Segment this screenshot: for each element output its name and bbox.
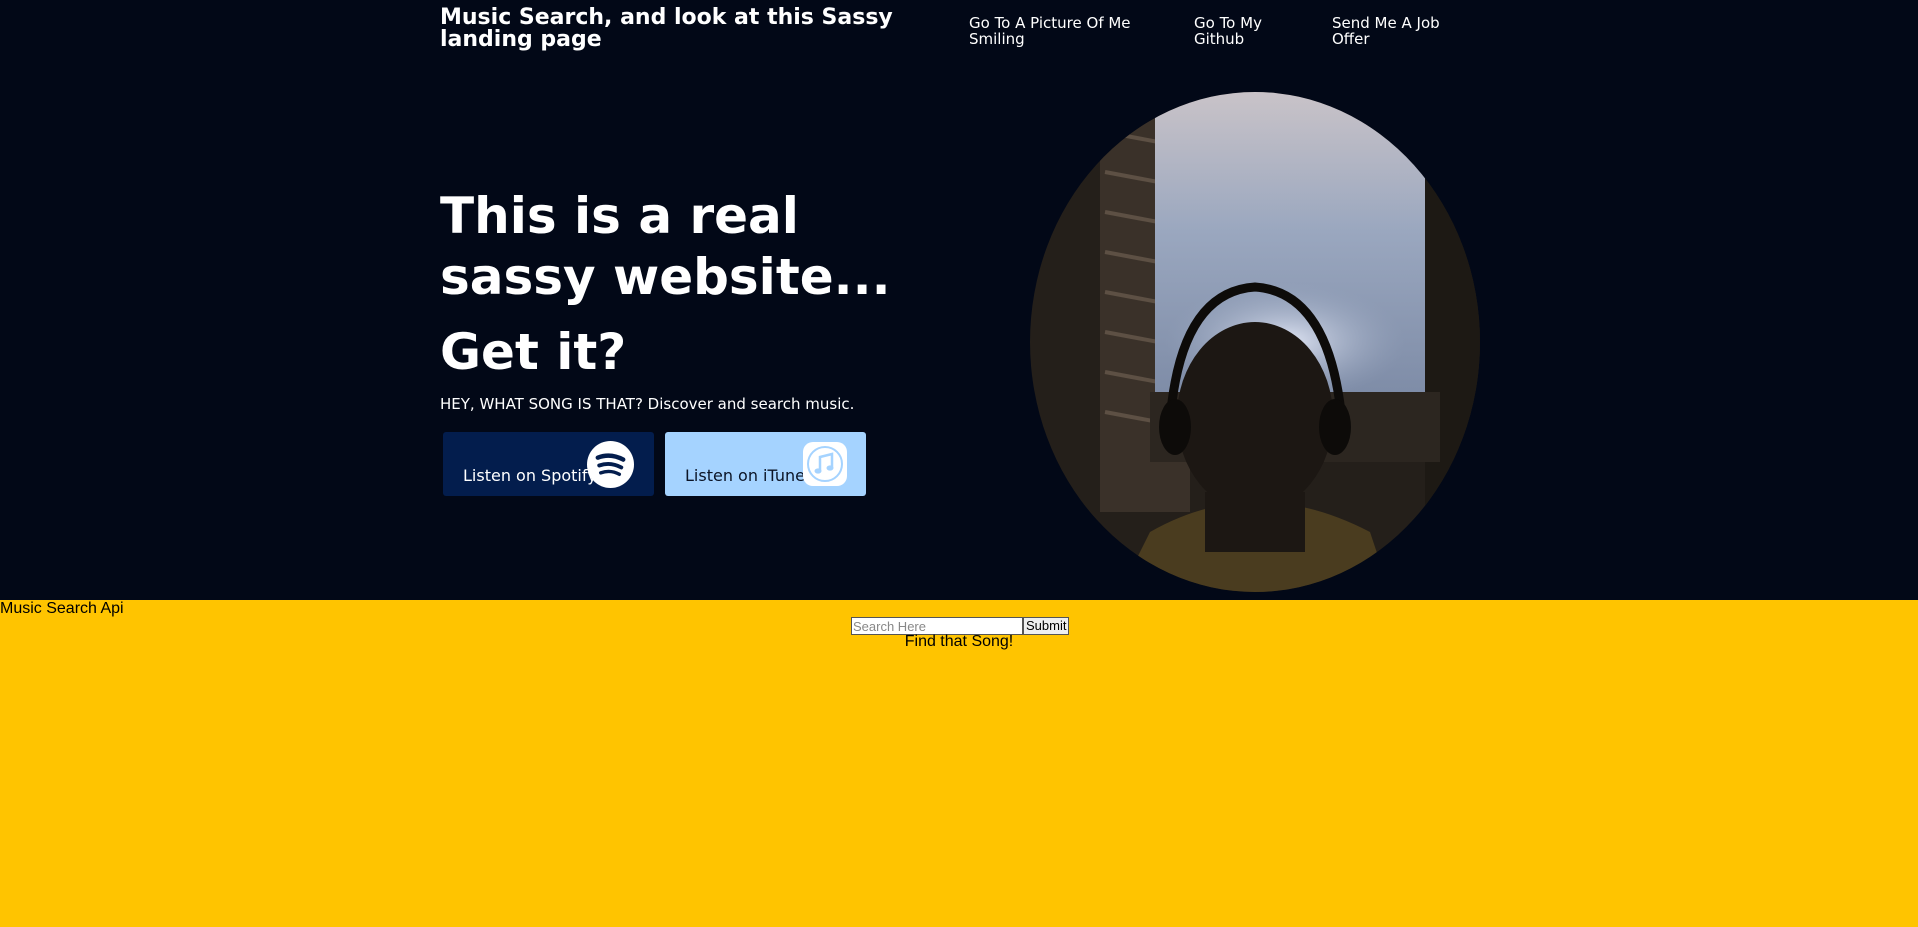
- hero-photo: [1030, 92, 1480, 592]
- nav-link-job-offer[interactable]: Send Me A Job Offer: [1332, 15, 1462, 47]
- itunes-icon: [803, 442, 847, 486]
- spotify-icon: [587, 441, 634, 488]
- nav-link-github[interactable]: Go To My Github: [1194, 15, 1294, 47]
- search-section-title: Music Search Api: [0, 600, 124, 617]
- spotify-button-label: Listen on Spotify: [463, 466, 597, 485]
- site-title: Music Search, and look at this Sassy lan…: [440, 5, 893, 52]
- itunes-button-label: Listen on iTunes: [685, 466, 814, 485]
- hero-headline: This is a real sassy website...: [440, 187, 891, 306]
- search-caption: Find that Song!: [904, 633, 1014, 650]
- listen-itunes-button[interactable]: Listen on iTunes: [665, 432, 866, 496]
- person-headphones-image: [1030, 92, 1480, 592]
- listen-spotify-button[interactable]: Listen on Spotify: [443, 432, 654, 496]
- search-section: Music Search Api Submit Find that Song!: [0, 600, 1918, 927]
- hero-subhead: Get it?: [440, 323, 627, 381]
- hero-section: Music Search, and look at this Sassy lan…: [0, 0, 1918, 600]
- nav-link-picture[interactable]: Go To A Picture Of Me Smiling: [969, 15, 1149, 47]
- hero-tagline: HEY, WHAT SONG IS THAT? Discover and sea…: [440, 395, 855, 413]
